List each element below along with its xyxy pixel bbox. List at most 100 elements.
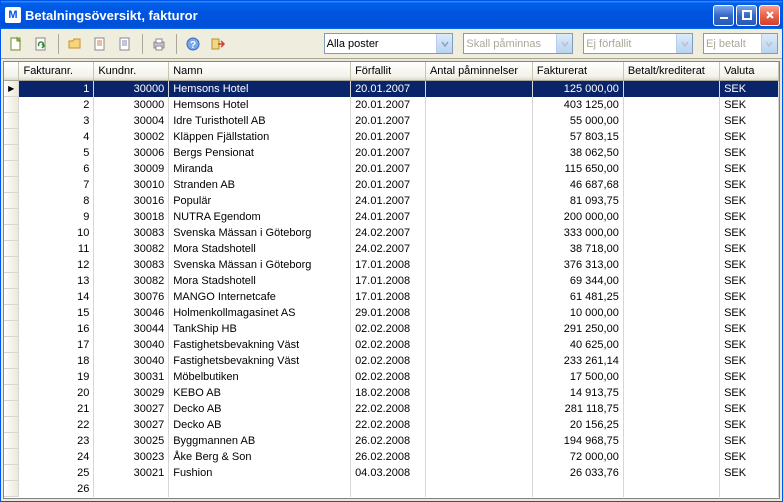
print-button[interactable] bbox=[148, 33, 171, 55]
cell: 17 bbox=[19, 337, 94, 353]
cell bbox=[623, 273, 719, 289]
cell: 30082 bbox=[94, 241, 169, 257]
cell: 24.01.2007 bbox=[351, 209, 426, 225]
table-row[interactable]: 2230027Decko AB22.02.200820 156,25SEK bbox=[4, 417, 779, 433]
col-valuta[interactable]: Valuta bbox=[720, 62, 779, 81]
col-betalt[interactable]: Betalt/krediterat bbox=[623, 62, 719, 81]
folder-button[interactable] bbox=[64, 33, 87, 55]
cell: 17 500,00 bbox=[532, 369, 623, 385]
doc-button[interactable] bbox=[114, 33, 137, 55]
cell bbox=[623, 465, 719, 481]
table-row[interactable]: 2330025Byggmannen AB26.02.2008194 968,75… bbox=[4, 433, 779, 449]
cell bbox=[425, 289, 532, 305]
close-button[interactable] bbox=[759, 5, 780, 26]
cell bbox=[623, 353, 719, 369]
cell: 14 bbox=[19, 289, 94, 305]
table-row[interactable]: 1330082Mora Stadshotell17.01.200869 344,… bbox=[4, 273, 779, 289]
cell: SEK bbox=[720, 289, 779, 305]
cell: 25 bbox=[19, 465, 94, 481]
cell: Svenska Mässan i Göteborg bbox=[169, 225, 351, 241]
minimize-button[interactable] bbox=[713, 5, 734, 26]
table-row[interactable]: 1130082Mora Stadshotell24.02.200738 718,… bbox=[4, 241, 779, 257]
cell: SEK bbox=[720, 97, 779, 113]
table-row[interactable]: 1630044TankShip HB02.02.2008291 250,00SE… bbox=[4, 321, 779, 337]
table-row[interactable]: 1530046Holmenkollmagasinet AS29.01.20081… bbox=[4, 305, 779, 321]
maximize-icon bbox=[741, 9, 753, 21]
table-row[interactable]: 1430076MANGO Internetcafe17.01.200861 48… bbox=[4, 289, 779, 305]
due-combo[interactable]: Ej förfallit bbox=[583, 33, 693, 54]
table-row[interactable]: 130000Hemsons Hotel20.01.2007125 000,00S… bbox=[4, 81, 779, 97]
table-row[interactable]: 530006Bergs Pensionat20.01.200738 062,50… bbox=[4, 145, 779, 161]
cell: 30083 bbox=[94, 225, 169, 241]
cell: 20.01.2007 bbox=[351, 129, 426, 145]
col-kundnr[interactable]: Kundnr. bbox=[94, 62, 169, 81]
col-namn[interactable]: Namn bbox=[169, 62, 351, 81]
table-row[interactable]: 230000Hemsons Hotel20.01.2007403 125,00S… bbox=[4, 97, 779, 113]
cell bbox=[425, 113, 532, 129]
cell bbox=[4, 481, 19, 497]
col-forfallit[interactable]: Förfallit bbox=[351, 62, 426, 81]
table-row[interactable]: 1730040Fastighetsbevakning Väst02.02.200… bbox=[4, 337, 779, 353]
table-row[interactable]: 830016Populär24.01.200781 093,75SEK bbox=[4, 193, 779, 209]
cell: 233 261,14 bbox=[532, 353, 623, 369]
maximize-button[interactable] bbox=[736, 5, 757, 26]
list-icon bbox=[92, 36, 108, 52]
separator bbox=[142, 34, 143, 54]
cell bbox=[623, 129, 719, 145]
col-fakturanr[interactable]: Fakturanr. bbox=[19, 62, 94, 81]
table-row[interactable]: 630009Miranda20.01.2007115 650,00SEK bbox=[4, 161, 779, 177]
cell: 30040 bbox=[94, 337, 169, 353]
cell: Möbelbutiken bbox=[169, 369, 351, 385]
cell: KEBO AB bbox=[169, 385, 351, 401]
cell bbox=[4, 113, 19, 129]
table-row[interactable]: 2530021Fushion04.03.200826 033,76SEK bbox=[4, 465, 779, 481]
list-button[interactable] bbox=[89, 33, 112, 55]
cell: Hemsons Hotel bbox=[169, 81, 351, 97]
table-row[interactable]: 1230083Svenska Mässan i Göteborg17.01.20… bbox=[4, 257, 779, 273]
table-row[interactable]: 730010Stranden AB20.01.200746 687,68SEK bbox=[4, 177, 779, 193]
table-row[interactable]: 2430023Åke Berg & Son26.02.200872 000,00… bbox=[4, 449, 779, 465]
cell bbox=[720, 481, 779, 497]
reminder-combo-label: Skall påminnas bbox=[466, 38, 541, 50]
table-row[interactable]: 930018NUTRA Egendom24.01.2007200 000,00S… bbox=[4, 209, 779, 225]
cell: Svenska Mässan i Göteborg bbox=[169, 257, 351, 273]
table-row[interactable]: 26 bbox=[4, 481, 779, 497]
cell bbox=[4, 177, 19, 193]
table-row[interactable]: 1930031Möbelbutiken02.02.200817 500,00SE… bbox=[4, 369, 779, 385]
minimize-icon bbox=[718, 9, 730, 21]
reminder-combo[interactable]: Skall påminnas bbox=[463, 33, 573, 54]
cell: Idre Turisthotell AB bbox=[169, 113, 351, 129]
cell: 30040 bbox=[94, 353, 169, 369]
table-row[interactable]: 430002Kläppen Fjällstation20.01.200757 8… bbox=[4, 129, 779, 145]
titlebar[interactable]: M Betalningsöversikt, fakturor bbox=[1, 1, 782, 29]
cell bbox=[425, 321, 532, 337]
cell bbox=[623, 241, 719, 257]
new-button[interactable] bbox=[5, 33, 28, 55]
help-button[interactable]: ? bbox=[182, 33, 205, 55]
cell bbox=[623, 401, 719, 417]
cell: 30016 bbox=[94, 193, 169, 209]
exit-button[interactable] bbox=[207, 33, 230, 55]
cell: Stranden AB bbox=[169, 177, 351, 193]
cell: 22.02.2008 bbox=[351, 401, 426, 417]
cell: Decko AB bbox=[169, 417, 351, 433]
refresh-button[interactable] bbox=[30, 33, 53, 55]
grid-scroll[interactable]: Fakturanr. Kundnr. Namn Förfallit Antal … bbox=[4, 62, 779, 498]
table-row[interactable]: 2030029KEBO AB18.02.200814 913,75SEK bbox=[4, 385, 779, 401]
table-row[interactable]: 330004Idre Turisthotell AB20.01.200755 0… bbox=[4, 113, 779, 129]
col-paminnelser[interactable]: Antal påminnelser bbox=[425, 62, 532, 81]
new-icon bbox=[8, 36, 24, 52]
col-fakturerat[interactable]: Fakturerat bbox=[532, 62, 623, 81]
cell: SEK bbox=[720, 385, 779, 401]
cell: 30027 bbox=[94, 417, 169, 433]
filter-combo[interactable]: Alla poster bbox=[324, 33, 454, 54]
cell bbox=[425, 177, 532, 193]
cell: SEK bbox=[720, 209, 779, 225]
table-row[interactable]: 1030083Svenska Mässan i Göteborg24.02.20… bbox=[4, 225, 779, 241]
cell bbox=[532, 481, 623, 497]
cell: 20.01.2007 bbox=[351, 81, 426, 97]
table-row[interactable]: 1830040Fastighetsbevakning Väst02.02.200… bbox=[4, 353, 779, 369]
table-row[interactable]: 2130027Decko AB22.02.2008281 118,75SEK bbox=[4, 401, 779, 417]
cell: 281 118,75 bbox=[532, 401, 623, 417]
paid-combo[interactable]: Ej betalt bbox=[703, 33, 778, 54]
